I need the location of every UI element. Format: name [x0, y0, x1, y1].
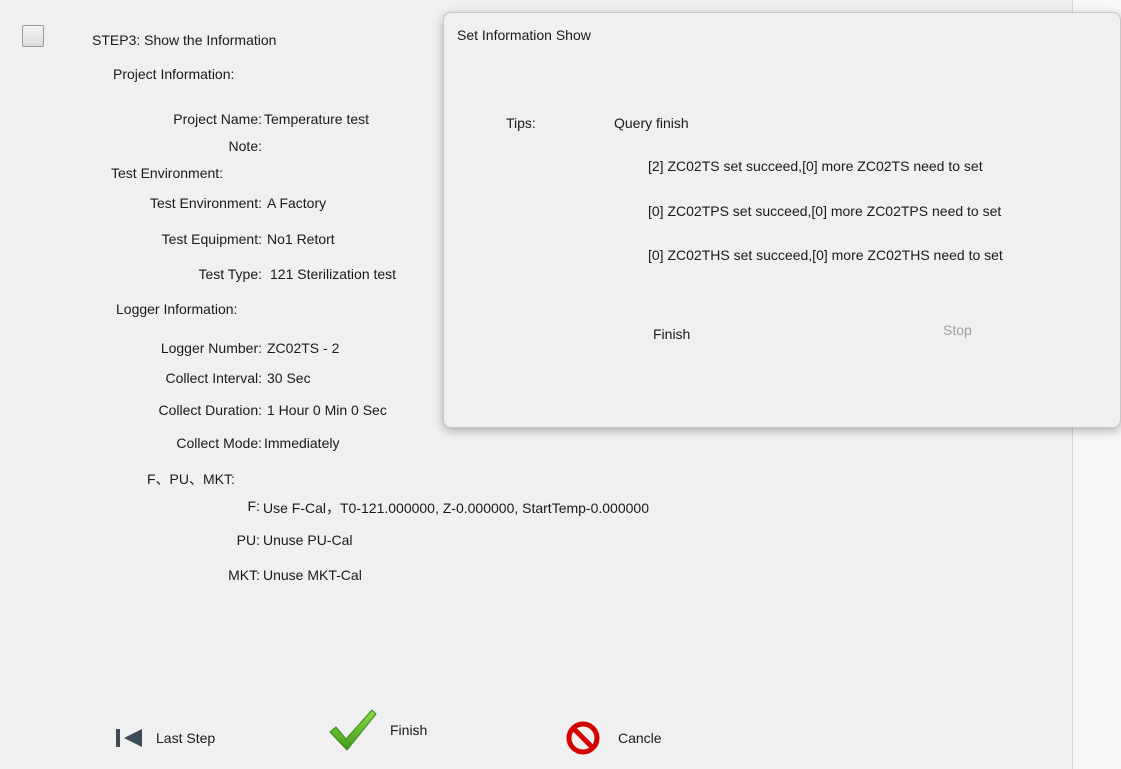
test-environment-heading: Test Environment: — [111, 165, 224, 181]
skip-back-icon — [116, 727, 148, 749]
collect-mode-value: Immediately — [264, 435, 340, 451]
checkmark-icon — [328, 708, 378, 752]
finish-button[interactable]: Finish — [328, 708, 427, 752]
finish-label: Finish — [390, 722, 428, 738]
pu-label: PU: — [236, 532, 260, 548]
test-environment-label: Test Environment: — [149, 195, 262, 211]
collect-duration-value: 1 Hour 0 Min 0 Sec — [267, 402, 387, 418]
mkt-value: Unuse MKT-Cal — [263, 567, 362, 583]
collect-interval-label: Collect Interval: — [165, 370, 262, 386]
logger-info-heading: Logger Information: — [116, 301, 238, 317]
cancel-label: Cancle — [618, 730, 662, 746]
tips-label: Tips: — [506, 115, 536, 131]
no-entry-icon — [566, 721, 600, 755]
test-type-value: 121 Sterilization test — [270, 266, 397, 282]
logger-number-value: ZC02TS - 2 — [267, 340, 340, 356]
status-line: [2] ZC02TS set succeed,[0] more ZC02TS n… — [648, 158, 983, 174]
cancel-button[interactable]: Cancle — [566, 721, 662, 755]
step-checkbox[interactable] — [22, 25, 44, 47]
project-name-label: Project Name: — [173, 111, 262, 127]
last-step-button[interactable]: Last Step — [116, 724, 215, 752]
dialog-title: Set Information Show — [457, 27, 591, 43]
test-type-label: Test Type: — [198, 266, 262, 282]
status-line: [0] ZC02THS set succeed,[0] more ZC02THS… — [648, 247, 1003, 263]
calc-heading: F、PU、MKT: — [147, 471, 235, 487]
set-information-dialog: Set Information Show Tips: Query finish … — [443, 12, 1121, 428]
status-line: [0] ZC02TPS set succeed,[0] more ZC02TPS… — [648, 203, 1002, 219]
collect-mode-label: Collect Mode: — [176, 435, 262, 451]
collect-duration-label: Collect Duration: — [158, 402, 263, 418]
pu-value: Unuse PU-Cal — [263, 532, 353, 548]
test-equipment-label: Test Equipment: — [161, 231, 262, 247]
project-name-value: Temperature test — [264, 111, 370, 127]
test-environment-value: A Factory — [267, 195, 327, 211]
logger-number-label: Logger Number: — [160, 340, 262, 356]
note-label: Note: — [228, 138, 262, 154]
dialog-stop-button[interactable]: Stop — [943, 322, 972, 338]
test-equipment-value: No1 Retort — [267, 231, 335, 247]
step-title: STEP3: Show the Information — [92, 32, 277, 48]
status-text: Query finish — [614, 115, 689, 131]
last-step-label: Last Step — [156, 730, 216, 746]
f-label: F: — [247, 498, 260, 514]
collect-interval-value: 30 Sec — [267, 370, 311, 386]
dialog-finish-button[interactable]: Finish — [653, 326, 690, 342]
project-info-heading: Project Information: — [113, 66, 235, 82]
mkt-label: MKT: — [228, 567, 260, 583]
f-value: Use F-Cal，T0-121.000000, Z-0.000000, Sta… — [263, 500, 649, 516]
